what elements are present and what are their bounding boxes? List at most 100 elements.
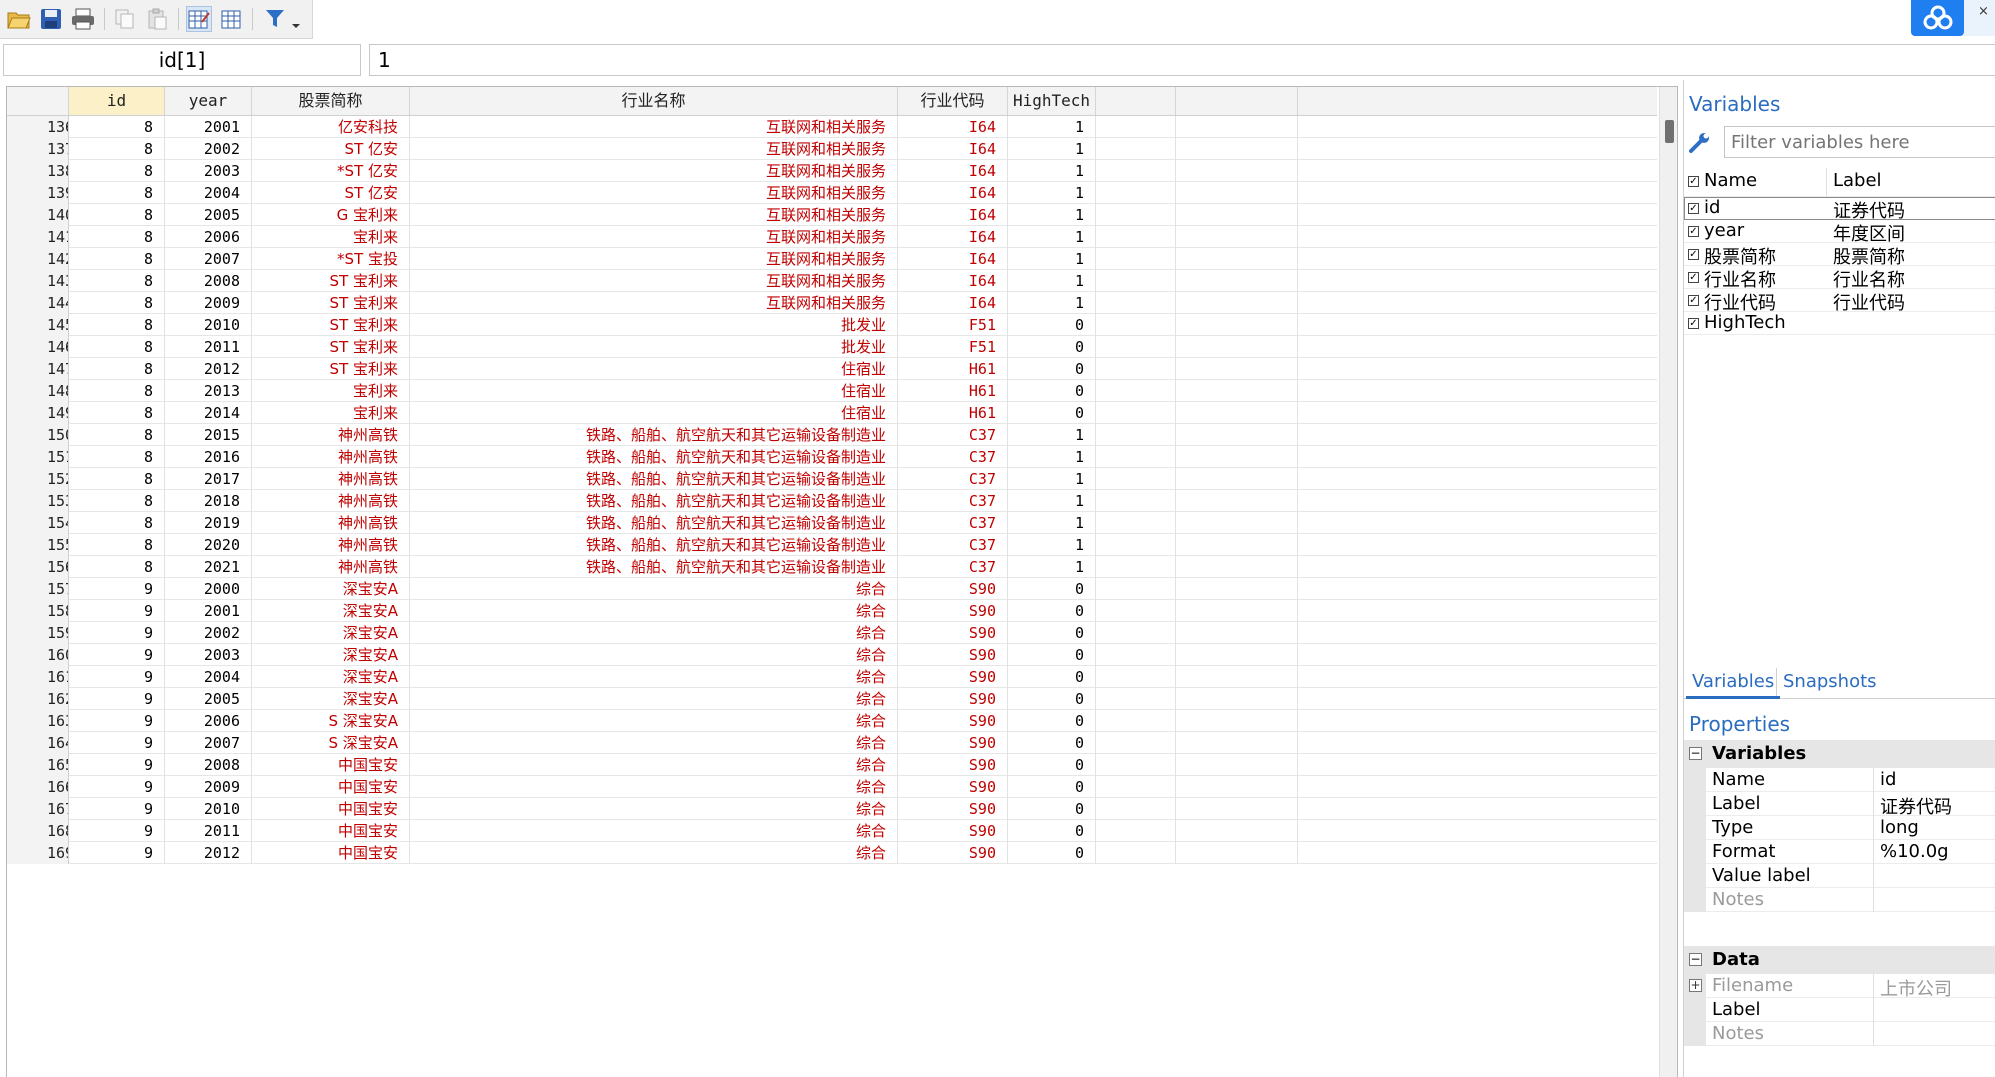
cell-id[interactable]: 8 <box>69 182 165 204</box>
cell-year[interactable]: 2001 <box>165 600 252 622</box>
row-number[interactable]: 142 <box>7 248 69 270</box>
row-number[interactable]: 165 <box>7 754 69 776</box>
cell-id[interactable]: 8 <box>69 138 165 160</box>
cell-hightech[interactable]: 0 <box>1008 622 1096 644</box>
column-header-industry-name[interactable]: 行业名称 <box>410 87 898 115</box>
cell-stock-name[interactable]: 宝利来 <box>252 226 410 248</box>
cell-hightech[interactable]: 1 <box>1008 446 1096 468</box>
table-row[interactable]: 15682021神州高铁铁路、船舶、航空航天和其它运输设备制造业C371 <box>7 556 1657 578</box>
cell-empty[interactable] <box>1096 512 1176 534</box>
cell-empty[interactable] <box>1096 446 1176 468</box>
cell-stock-name[interactable]: 深宝安A <box>252 644 410 666</box>
cell-id[interactable]: 9 <box>69 732 165 754</box>
cell-industry-name[interactable]: 铁路、船舶、航空航天和其它运输设备制造业 <box>410 424 898 446</box>
cell-empty[interactable] <box>1176 490 1298 512</box>
cell-industry-name[interactable]: 互联网和相关服务 <box>410 292 898 314</box>
cell-industry-name[interactable]: 互联网和相关服务 <box>410 248 898 270</box>
column-header-industry-code[interactable]: 行业代码 <box>898 87 1008 115</box>
corner-cell[interactable] <box>7 87 69 115</box>
cell-empty[interactable] <box>1176 578 1298 600</box>
cell-stock-name[interactable]: S 深宝安A <box>252 710 410 732</box>
row-number[interactable]: 164 <box>7 732 69 754</box>
cell-industry-code[interactable]: C37 <box>898 534 1008 556</box>
cell-industry-name[interactable]: 综合 <box>410 578 898 600</box>
cell-empty[interactable] <box>1176 204 1298 226</box>
cell-empty[interactable] <box>1096 688 1176 710</box>
cell-stock-name[interactable]: 深宝安A <box>252 688 410 710</box>
cell-industry-name[interactable]: 综合 <box>410 688 898 710</box>
cell-stock-name[interactable]: 中国宝安 <box>252 754 410 776</box>
cell-id[interactable]: 8 <box>69 270 165 292</box>
row-number[interactable]: 166 <box>7 776 69 798</box>
cell-stock-name[interactable]: 中国宝安 <box>252 776 410 798</box>
cell-stock-name[interactable]: ST 亿安 <box>252 138 410 160</box>
cell-year[interactable]: 2010 <box>165 314 252 336</box>
cell-id[interactable]: 8 <box>69 380 165 402</box>
cell-industry-name[interactable]: 批发业 <box>410 314 898 336</box>
select-all-checkbox[interactable]: ✓ <box>1688 176 1699 187</box>
row-number[interactable]: 151 <box>7 446 69 468</box>
cell-hightech[interactable]: 0 <box>1008 798 1096 820</box>
cell-industry-code[interactable]: S90 <box>898 666 1008 688</box>
cell-stock-name[interactable]: 神州高铁 <box>252 490 410 512</box>
cell-empty[interactable] <box>1176 534 1298 556</box>
cell-empty[interactable] <box>1096 468 1176 490</box>
cloud-sync-button[interactable] <box>1911 0 1964 36</box>
cell-industry-name[interactable]: 互联网和相关服务 <box>410 138 898 160</box>
cell-year[interactable]: 2003 <box>165 644 252 666</box>
cell-stock-name[interactable]: 中国宝安 <box>252 842 410 864</box>
property-row[interactable]: Value label <box>1684 864 1995 888</box>
cell-empty[interactable] <box>1096 732 1176 754</box>
cell-industry-name[interactable]: 铁路、船舶、航空航天和其它运输设备制造业 <box>410 468 898 490</box>
cell-id[interactable]: 9 <box>69 622 165 644</box>
column-header-id[interactable]: id <box>69 87 165 115</box>
cell-empty[interactable] <box>1096 776 1176 798</box>
cell-industry-name[interactable]: 铁路、船舶、航空航天和其它运输设备制造业 <box>410 490 898 512</box>
table-row[interactable]: 15482019神州高铁铁路、船舶、航空航天和其它运输设备制造业C371 <box>7 512 1657 534</box>
table-row[interactable]: 14382008ST 宝利来互联网和相关服务I641 <box>7 270 1657 292</box>
section-data[interactable]: − Data <box>1684 946 1995 974</box>
cell-industry-name[interactable]: 住宿业 <box>410 358 898 380</box>
cell-year[interactable]: 2001 <box>165 116 252 138</box>
variable-checkbox[interactable]: ✓ <box>1688 203 1699 214</box>
cell-empty[interactable] <box>1176 424 1298 446</box>
row-number[interactable]: 161 <box>7 666 69 688</box>
property-row[interactable]: Name id <box>1684 768 1995 792</box>
cell-industry-code[interactable]: S90 <box>898 820 1008 842</box>
cell-stock-name[interactable]: 宝利来 <box>252 402 410 424</box>
cell-empty[interactable] <box>1176 556 1298 578</box>
variable-row[interactable]: ✓ 股票简称 股票简称 <box>1684 243 1995 268</box>
row-number[interactable]: 169 <box>7 842 69 864</box>
cloud-tab[interactable]: × <box>1964 0 1995 36</box>
cell-industry-name[interactable]: 互联网和相关服务 <box>410 182 898 204</box>
cell-year[interactable]: 2012 <box>165 358 252 380</box>
cell-id[interactable]: 8 <box>69 446 165 468</box>
cell-empty[interactable] <box>1096 314 1176 336</box>
cell-industry-code[interactable]: I64 <box>898 182 1008 204</box>
cell-empty[interactable] <box>1176 468 1298 490</box>
cell-industry-code[interactable]: C37 <box>898 556 1008 578</box>
cell-year[interactable]: 2005 <box>165 688 252 710</box>
print-icon[interactable] <box>70 6 96 32</box>
cell-empty[interactable] <box>1096 600 1176 622</box>
cell-empty[interactable] <box>1176 820 1298 842</box>
variable-checkbox[interactable]: ✓ <box>1688 295 1699 306</box>
filter-variables-input[interactable] <box>1724 126 1995 158</box>
cell-empty[interactable] <box>1096 490 1176 512</box>
cell-stock-name[interactable]: 神州高铁 <box>252 446 410 468</box>
cell-hightech[interactable]: 1 <box>1008 270 1096 292</box>
cell-industry-name[interactable]: 综合 <box>410 666 898 688</box>
cell-empty[interactable] <box>1096 226 1176 248</box>
cell-id[interactable]: 8 <box>69 468 165 490</box>
row-number[interactable]: 157 <box>7 578 69 600</box>
cell-industry-code[interactable]: C37 <box>898 424 1008 446</box>
property-row[interactable]: Format %10.0g <box>1684 840 1995 864</box>
cell-hightech[interactable]: 0 <box>1008 380 1096 402</box>
cell-empty[interactable] <box>1096 182 1176 204</box>
variable-row[interactable]: ✓ id 证券代码 <box>1684 197 1995 222</box>
cell-empty[interactable] <box>1096 710 1176 732</box>
cell-year[interactable]: 2010 <box>165 798 252 820</box>
cell-industry-code[interactable]: S90 <box>898 754 1008 776</box>
cell-empty[interactable] <box>1096 358 1176 380</box>
cell-industry-name[interactable]: 互联网和相关服务 <box>410 204 898 226</box>
